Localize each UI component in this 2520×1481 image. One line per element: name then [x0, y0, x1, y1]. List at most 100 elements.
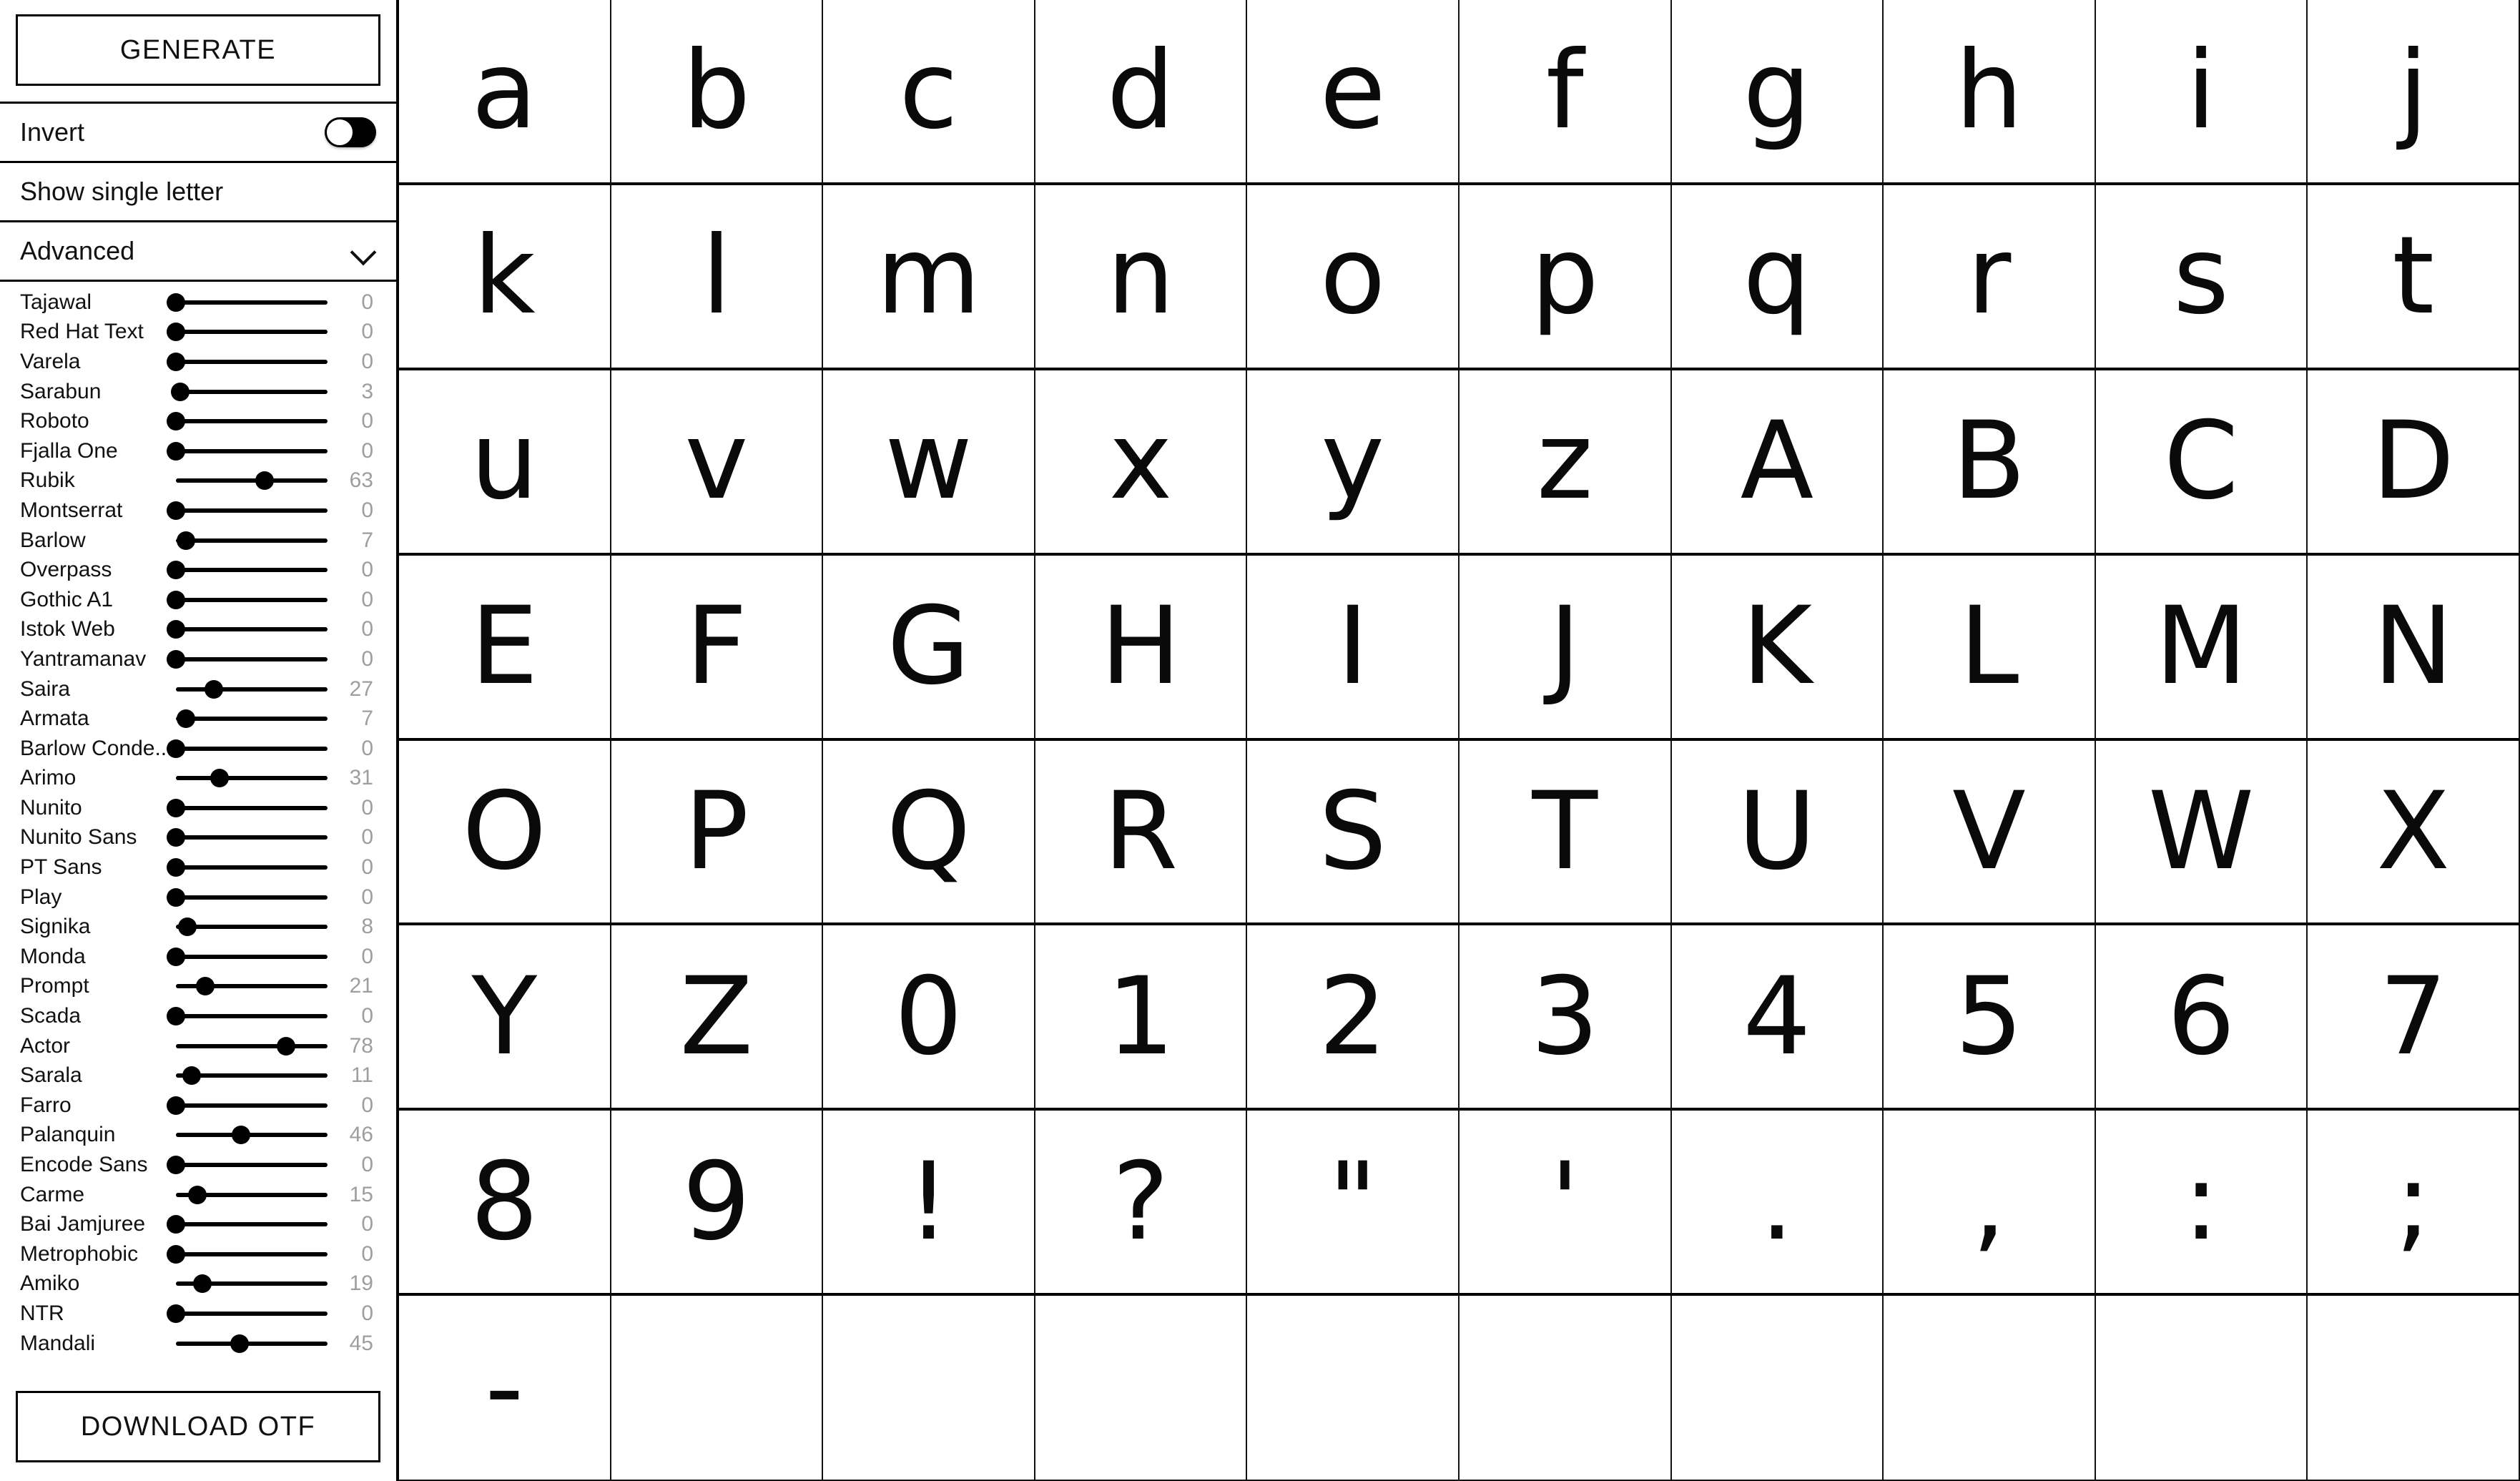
- slider-row[interactable]: Barlow Conde... 0: [0, 734, 396, 764]
- glyph-cell[interactable]: q: [1671, 184, 1884, 370]
- slider-row[interactable]: Play 0: [0, 882, 396, 912]
- slider-track[interactable]: [176, 1251, 328, 1256]
- slider-row[interactable]: Signika 8: [0, 912, 396, 942]
- glyph-cell[interactable]: r: [1884, 184, 2096, 370]
- slider-row[interactable]: Monda 0: [0, 942, 396, 972]
- glyph-cell[interactable]: ": [1247, 1111, 1460, 1297]
- slider-row[interactable]: Palanquin 46: [0, 1121, 396, 1151]
- slider-control[interactable]: [176, 679, 328, 700]
- glyph-cell[interactable]: K: [1671, 555, 1884, 741]
- glyph-cell[interactable]: j: [2308, 0, 2520, 185]
- glyph-cell[interactable]: 9: [611, 1111, 824, 1297]
- slider-track[interactable]: [176, 776, 328, 781]
- slider-track[interactable]: [176, 895, 328, 900]
- slider-thumb[interactable]: [182, 1066, 201, 1086]
- glyph-cell[interactable]: [611, 1296, 824, 1481]
- glyph-cell[interactable]: m: [823, 184, 1035, 370]
- glyph-cell[interactable]: L: [1884, 555, 2096, 741]
- slider-thumb[interactable]: [167, 828, 185, 847]
- slider-thumb[interactable]: [210, 769, 230, 788]
- slider-control[interactable]: [167, 738, 328, 759]
- slider-thumb[interactable]: [167, 1007, 185, 1026]
- slider-control[interactable]: [176, 708, 328, 729]
- glyph-cell[interactable]: B: [1884, 370, 2096, 556]
- slider-thumb[interactable]: [187, 1185, 207, 1204]
- glyph-cell[interactable]: 7: [2308, 925, 2520, 1111]
- glyph-cell[interactable]: D: [2308, 370, 2520, 556]
- glyph-cell[interactable]: [1671, 1296, 1884, 1481]
- glyph-cell[interactable]: f: [1460, 0, 1672, 185]
- slider-row[interactable]: Tajawal 0: [0, 287, 396, 318]
- slider-thumb[interactable]: [167, 1244, 185, 1264]
- glyph-cell[interactable]: u: [399, 370, 611, 556]
- slider-control[interactable]: [167, 321, 328, 343]
- slider-control[interactable]: [167, 559, 328, 581]
- slider-track[interactable]: [176, 1222, 328, 1227]
- slider-control[interactable]: [167, 1095, 328, 1116]
- slider-row[interactable]: Montserrat 0: [0, 496, 396, 526]
- advanced-row[interactable]: Advanced: [0, 222, 396, 280]
- slider-row[interactable]: Arimo 31: [0, 764, 396, 794]
- glyph-cell[interactable]: [1247, 1296, 1460, 1481]
- slider-track[interactable]: [176, 865, 328, 870]
- glyph-cell[interactable]: ?: [1035, 1111, 1248, 1297]
- glyph-cell[interactable]: I: [1247, 555, 1460, 741]
- slider-thumb[interactable]: [205, 679, 224, 699]
- slider-control[interactable]: [170, 381, 328, 403]
- slider-thumb[interactable]: [231, 1126, 250, 1145]
- slider-control[interactable]: [167, 441, 328, 462]
- slider-thumb[interactable]: [230, 1334, 249, 1353]
- slider-row[interactable]: Mandali 45: [0, 1329, 396, 1359]
- slider-control[interactable]: [167, 589, 328, 611]
- glyph-cell[interactable]: [2095, 1296, 2308, 1481]
- slider-thumb[interactable]: [167, 590, 185, 609]
- slider-track[interactable]: [176, 300, 328, 305]
- slider-thumb[interactable]: [167, 323, 185, 342]
- slider-control[interactable]: [167, 857, 328, 878]
- glyph-cell[interactable]: J: [1460, 555, 1672, 741]
- glyph-cell[interactable]: P: [611, 740, 824, 926]
- slider-row[interactable]: Sarabun 3: [0, 377, 396, 407]
- glyph-cell[interactable]: Y: [399, 925, 611, 1111]
- glyph-cell[interactable]: R: [1035, 740, 1248, 926]
- glyph-cell[interactable]: :: [2095, 1111, 2308, 1297]
- slider-row[interactable]: Encode Sans 0: [0, 1150, 396, 1180]
- glyph-cell[interactable]: v: [611, 370, 824, 556]
- slider-track[interactable]: [176, 656, 328, 661]
- slider-thumb[interactable]: [167, 1156, 185, 1175]
- invert-toggle[interactable]: [325, 117, 376, 147]
- glyph-cell[interactable]: z: [1460, 370, 1672, 556]
- slider-thumb[interactable]: [196, 977, 215, 996]
- slider-thumb[interactable]: [167, 1304, 185, 1323]
- slider-row[interactable]: Nunito Sans 0: [0, 823, 396, 853]
- slider-track[interactable]: [176, 419, 328, 424]
- glyph-cell[interactable]: 2: [1247, 925, 1460, 1111]
- slider-row[interactable]: Saira 27: [0, 674, 396, 704]
- glyph-cell[interactable]: x: [1035, 370, 1248, 556]
- slider-thumb[interactable]: [167, 501, 185, 520]
- slider-track[interactable]: [176, 746, 328, 751]
- slider-thumb[interactable]: [167, 1096, 185, 1115]
- slider-control[interactable]: [167, 827, 328, 848]
- glyph-cell[interactable]: Z: [611, 925, 824, 1111]
- glyph-cell[interactable]: ;: [2308, 1111, 2520, 1297]
- slider-control[interactable]: [176, 1333, 328, 1354]
- slider-track[interactable]: [176, 954, 328, 959]
- glyph-cell[interactable]: 8: [399, 1111, 611, 1297]
- show-single-letter-row[interactable]: Show single letter: [0, 163, 396, 220]
- slider-track[interactable]: [176, 1163, 328, 1168]
- glyph-cell[interactable]: 1: [1035, 925, 1248, 1111]
- slider-thumb[interactable]: [167, 352, 185, 371]
- glyph-cell[interactable]: w: [823, 370, 1035, 556]
- glyph-cell[interactable]: 0: [823, 925, 1035, 1111]
- slider-control[interactable]: [167, 1214, 328, 1235]
- slider-row[interactable]: Prompt 21: [0, 972, 396, 1002]
- slider-control[interactable]: [167, 946, 328, 968]
- slider-thumb[interactable]: [167, 292, 185, 312]
- slider-row[interactable]: Bai Jamjuree 0: [0, 1209, 396, 1239]
- generate-button[interactable]: GENERATE: [16, 14, 380, 86]
- glyph-cell[interactable]: k: [399, 184, 611, 370]
- glyph-cell[interactable]: V: [1884, 740, 2096, 926]
- glyph-cell[interactable]: S: [1247, 740, 1460, 926]
- glyph-cell[interactable]: T: [1460, 740, 1672, 926]
